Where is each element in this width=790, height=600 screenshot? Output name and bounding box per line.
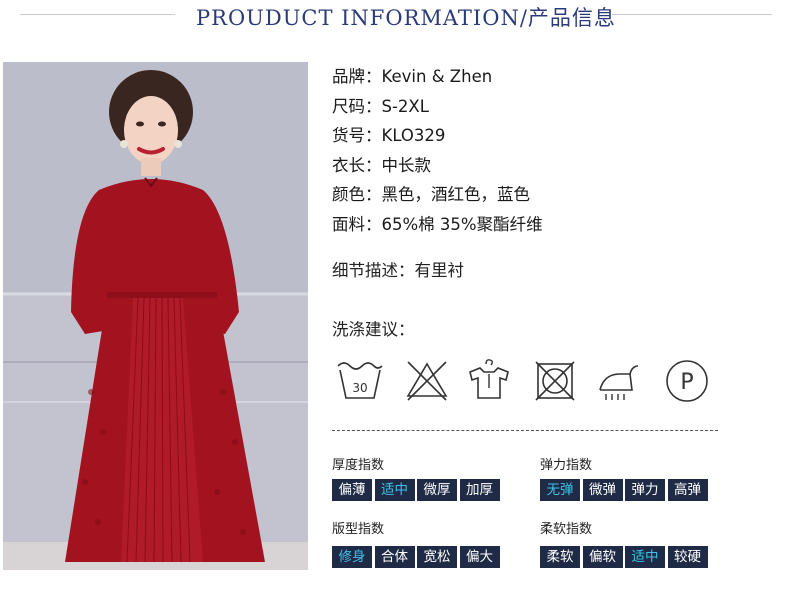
softness-index-options: 柔软 偏软 适中 较硬 bbox=[540, 546, 710, 568]
softness-index-title: 柔软指数 bbox=[540, 522, 593, 537]
softness-option: 偏软 bbox=[582, 546, 623, 568]
elasticity-option: 高弹 bbox=[667, 479, 708, 501]
spec-value: S-2XL bbox=[381, 96, 429, 116]
spec-brand: 品牌：Kevin & Zhen bbox=[332, 62, 543, 92]
elasticity-option-selected: 无弹 bbox=[540, 479, 580, 501]
spec-list: 品牌：Kevin & Zhen 尺码：S-2XL 货号：KLO329 衣长：中长… bbox=[332, 62, 543, 239]
fit-option: 合体 bbox=[374, 546, 415, 568]
thickness-option: 微厚 bbox=[417, 479, 457, 501]
spec-item-number: 货号：KLO329 bbox=[332, 121, 543, 151]
iron-steam-icon bbox=[599, 365, 639, 400]
header-line-left bbox=[20, 14, 175, 15]
spec-value: 65%棉 35%聚酯纤维 bbox=[381, 214, 543, 234]
detail-description: 细节描述：有里衬 bbox=[332, 257, 464, 281]
softness-option: 较硬 bbox=[667, 546, 708, 568]
detail-value: 有里衬 bbox=[414, 261, 465, 280]
spec-value: KLO329 bbox=[381, 126, 446, 145]
spec-value: 中长款 bbox=[381, 155, 432, 175]
washing-icons: 30 P bbox=[334, 358, 714, 408]
spec-label: 面料： bbox=[332, 214, 382, 234]
thickness-option-selected: 适中 bbox=[374, 479, 415, 501]
wash-30-icon: 30 bbox=[337, 362, 383, 399]
softness-option-selected: 适中 bbox=[625, 546, 665, 568]
thickness-option: 加厚 bbox=[459, 479, 500, 501]
thickness-index-options: 偏薄 适中 微厚 加厚 bbox=[332, 479, 502, 501]
no-bleach-icon bbox=[406, 361, 448, 401]
detail-label: 细节描述： bbox=[332, 261, 415, 280]
elasticity-index-title: 弹力指数 bbox=[540, 458, 593, 473]
hang-dry-icon bbox=[469, 359, 509, 399]
dry-clean-p-icon: P bbox=[666, 360, 708, 402]
spec-label: 品牌： bbox=[332, 67, 382, 86]
fit-index-title: 版型指数 bbox=[332, 522, 385, 537]
elasticity-option: 弹力 bbox=[625, 479, 665, 501]
softness-option: 柔软 bbox=[540, 546, 580, 568]
thickness-index-title: 厚度指数 bbox=[332, 458, 385, 473]
header-line-right bbox=[612, 14, 772, 15]
fit-option: 偏大 bbox=[459, 546, 500, 568]
thickness-option: 偏薄 bbox=[332, 479, 372, 501]
washing-title: 洗涤建议： bbox=[332, 320, 415, 339]
spec-label: 衣长： bbox=[332, 155, 382, 175]
spec-label: 货号： bbox=[332, 126, 382, 145]
product-photo bbox=[3, 62, 308, 570]
wash-temp-label: 30 bbox=[352, 381, 367, 395]
no-tumble-dry-icon bbox=[535, 361, 575, 401]
elasticity-option: 微弹 bbox=[582, 479, 623, 501]
spec-value: 黑色，酒红色，蓝色 bbox=[381, 185, 531, 204]
model-in-red-dress-image bbox=[3, 62, 308, 570]
fit-index-options: 修身 合体 宽松 偏大 bbox=[332, 546, 502, 568]
dry-clean-letter: P bbox=[680, 370, 693, 395]
spec-value: Kevin & Zhen bbox=[381, 67, 493, 86]
page-title: PROUDUCT INFORMATION/产品信息 bbox=[196, 6, 616, 30]
elasticity-index-options: 无弹 微弹 弹力 高弹 bbox=[540, 479, 710, 501]
fit-option-selected: 修身 bbox=[332, 546, 372, 568]
spec-label: 尺码： bbox=[332, 96, 382, 116]
spec-length: 衣长：中长款 bbox=[332, 151, 543, 181]
spec-size: 尺码：S-2XL bbox=[332, 92, 543, 122]
fit-option: 宽松 bbox=[417, 546, 457, 568]
spec-label: 颜色： bbox=[332, 185, 382, 204]
spec-fabric: 面料：65%棉 35%聚酯纤维 bbox=[332, 210, 543, 240]
divider bbox=[332, 430, 718, 431]
spec-colors: 颜色：黑色，酒红色，蓝色 bbox=[332, 180, 543, 210]
